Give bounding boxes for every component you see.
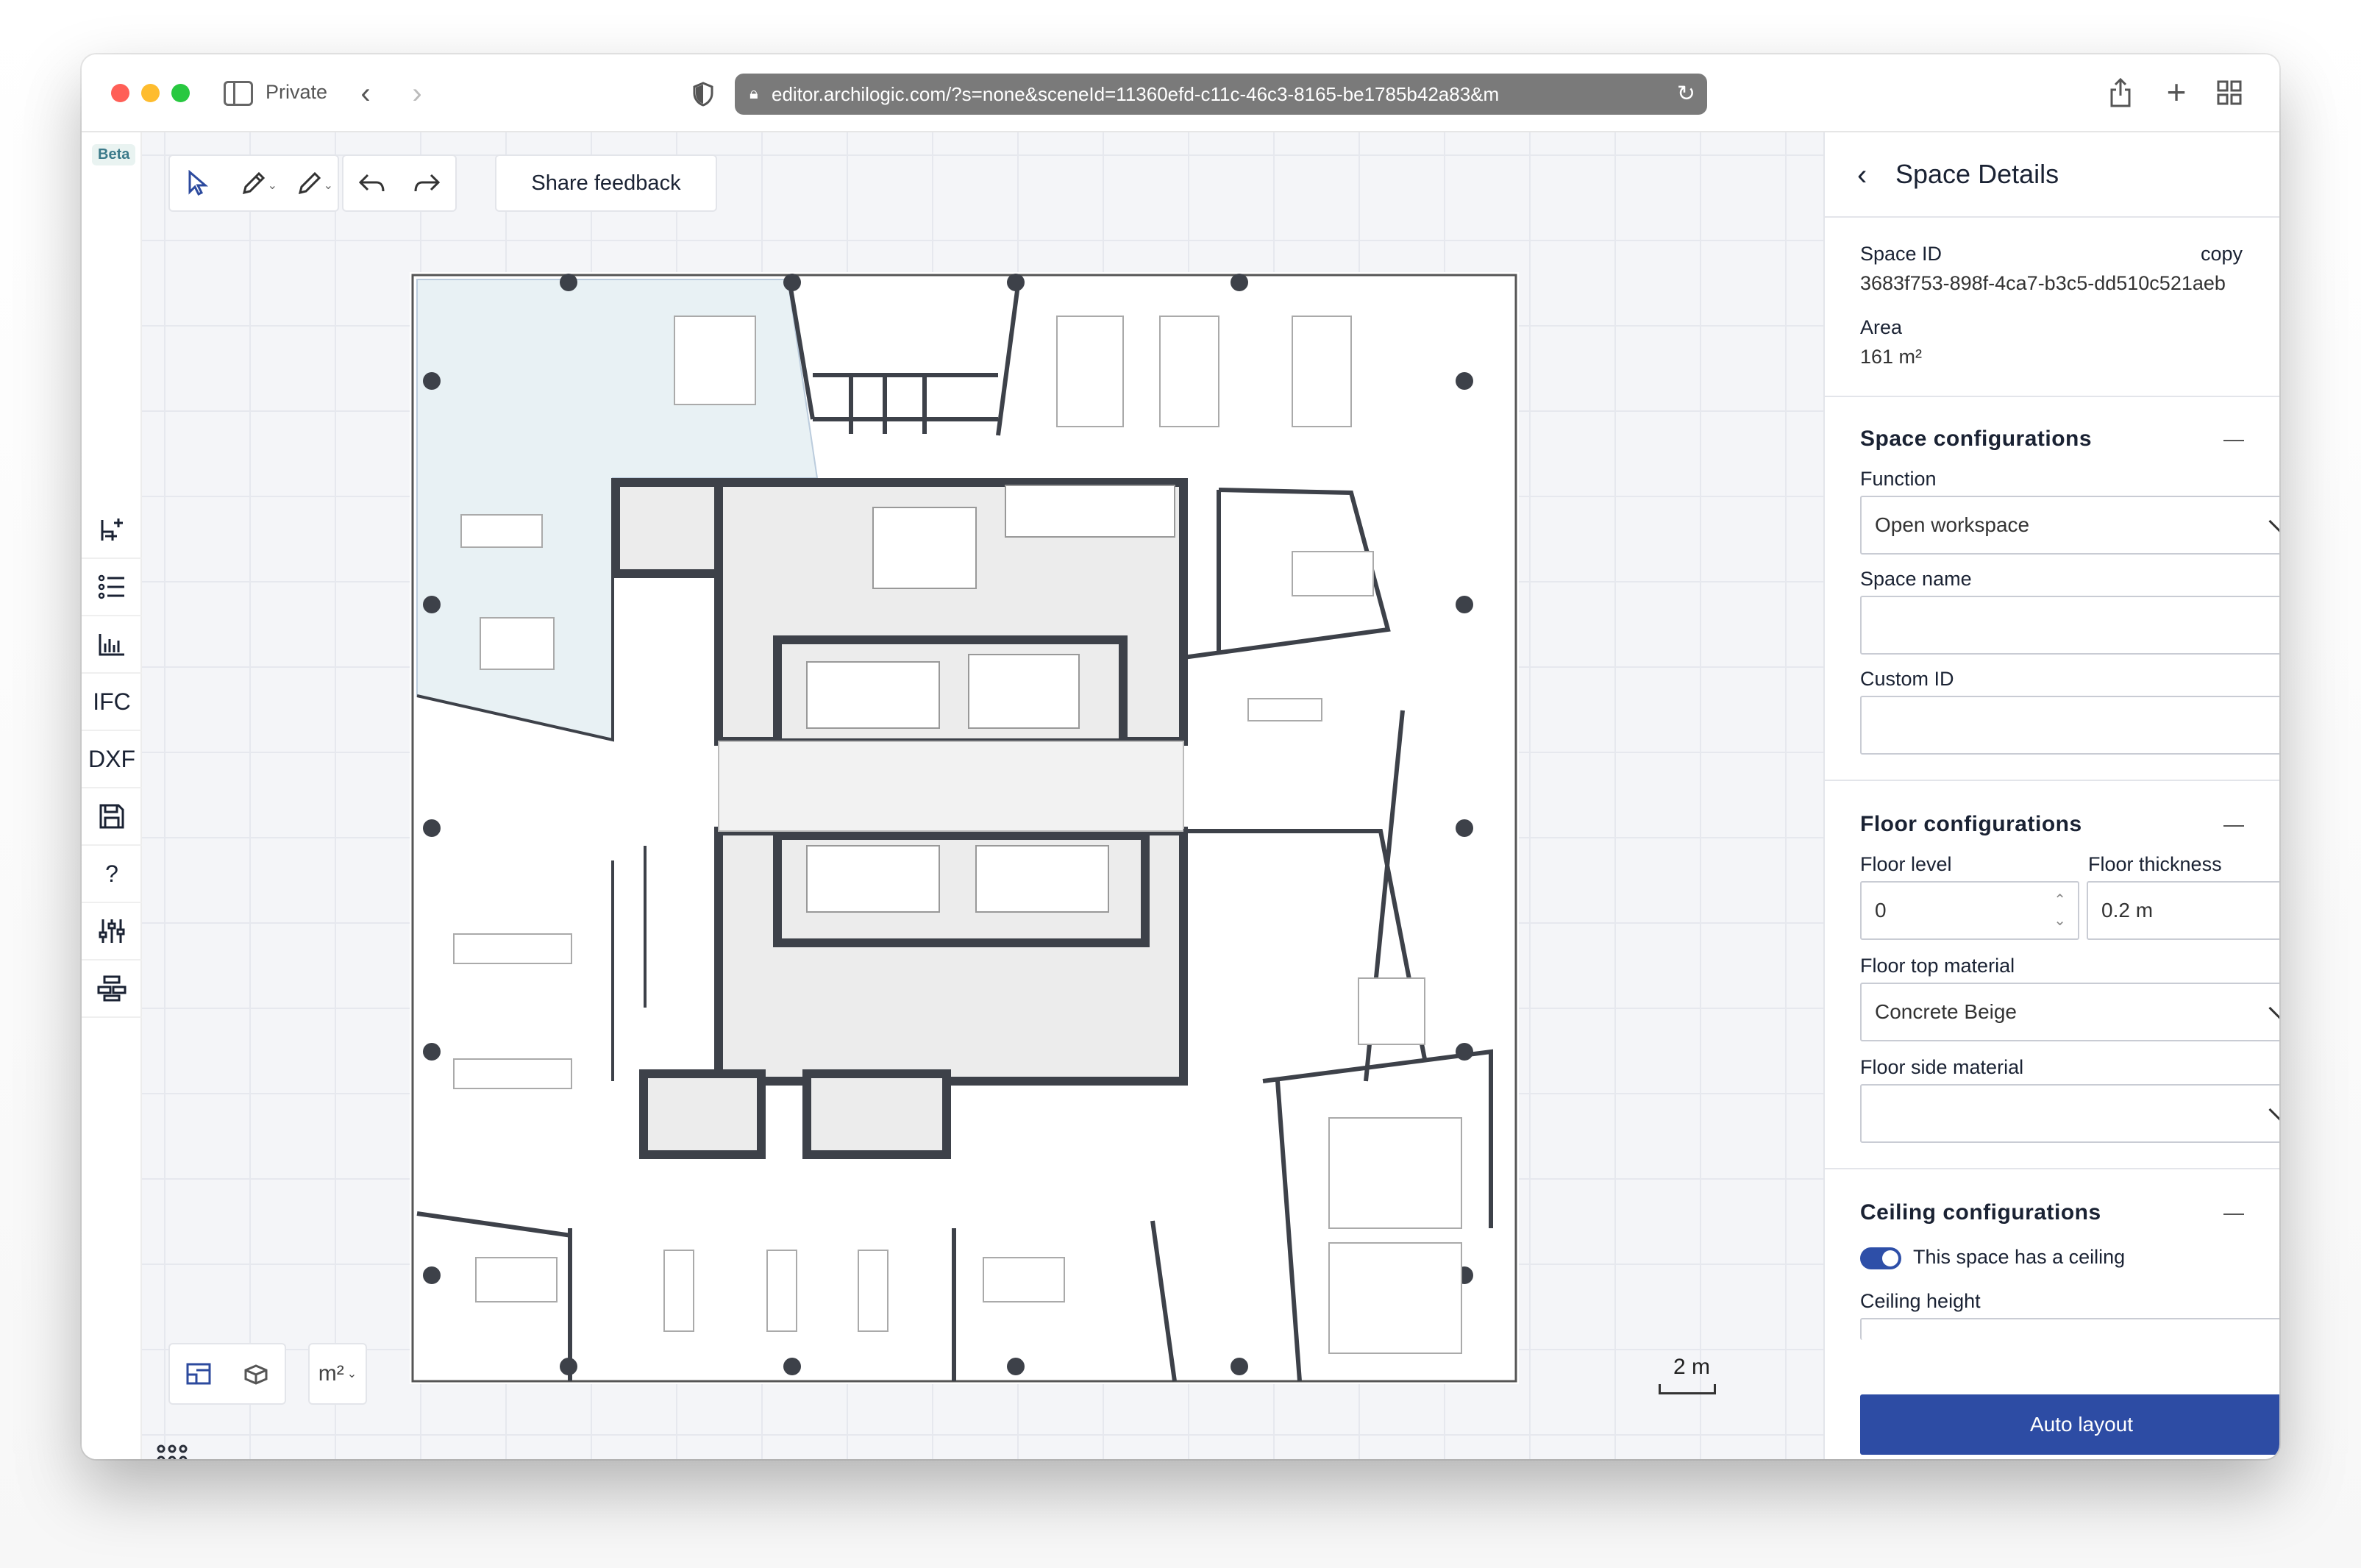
custom-id-input[interactable]	[1860, 696, 2279, 755]
draw-wall-icon[interactable]: ⌄	[226, 156, 282, 210]
forward-arrow-icon[interactable]: ›	[402, 76, 432, 110]
url-text: editor.archilogic.com/?s=none&sceneId=11…	[772, 82, 1500, 105]
sidebar-toggle-icon[interactable]	[224, 81, 253, 106]
chart-icon[interactable]	[82, 616, 142, 674]
add-furniture-icon[interactable]	[82, 502, 142, 559]
function-select[interactable]: Open workspace	[1860, 496, 2279, 555]
edit-tools-group: ⌄ ⌄	[168, 154, 339, 212]
divider	[1825, 1168, 2279, 1169]
space-id-label: Space ID	[1860, 243, 1942, 265]
chevron-down-icon: ⌄	[346, 1368, 357, 1380]
lock-icon: 🔒︎	[749, 84, 758, 102]
ceiling-height-input[interactable]	[1860, 1318, 2279, 1340]
back-chevron-icon[interactable]: ‹	[1857, 159, 1867, 192]
share-feedback-button[interactable]: Share feedback	[495, 154, 717, 212]
beta-badge: Beta	[92, 144, 136, 165]
divider	[1825, 396, 2279, 397]
back-arrow-icon[interactable]: ‹	[351, 76, 380, 110]
panel-title: Space Details	[1895, 159, 2059, 189]
floor-level-value: 0	[1875, 899, 1887, 922]
space-details-panel: ‹ Space Details Space ID copy 3683f753-8…	[1823, 132, 2279, 1459]
list-icon[interactable]	[82, 559, 142, 616]
floor-thickness-value: 0.2 m	[2101, 899, 2154, 922]
space-name-label: Space name	[1860, 568, 1972, 590]
ceiling-toggle-label: This space has a ceiling	[1913, 1246, 2126, 1268]
ceiling-configurations-title: Ceiling configurations	[1860, 1200, 2101, 1225]
floor-top-material-select[interactable]: Concrete Beige	[1860, 983, 2279, 1041]
tab-overview-icon[interactable]	[2213, 76, 2246, 109]
floor-thickness-input[interactable]: 0.2 m⌃⌄	[2087, 881, 2279, 940]
divider	[1825, 780, 2279, 781]
ceiling-toggle[interactable]	[1860, 1247, 1901, 1269]
3d-view-icon[interactable]	[227, 1344, 285, 1403]
floor-plan[interactable]	[410, 272, 1519, 1384]
space-configurations-title: Space configurations	[1860, 427, 2093, 451]
floor-level-label: Floor level	[1860, 853, 1952, 875]
function-label: Function	[1860, 468, 1937, 490]
unit-selector[interactable]: m² ⌄	[308, 1343, 367, 1405]
scale-bar	[1659, 1384, 1716, 1394]
chevron-down-icon	[2268, 1098, 2279, 1122]
sliders-icon[interactable]	[82, 903, 142, 961]
unit-label: m²	[318, 1361, 344, 1386]
history-tools-group	[342, 154, 457, 212]
ceiling-height-label: Ceiling height	[1860, 1290, 1981, 1312]
collapse-ceiling-config-icon[interactable]	[2223, 1214, 2244, 1215]
scale-label: 2 m	[1673, 1355, 1711, 1379]
view-mode-group	[168, 1343, 286, 1405]
help-icon[interactable]: ?	[82, 846, 142, 903]
browser-window: Private ‹ › 🔒︎ editor.archilogic.com/?s=…	[82, 54, 2279, 1459]
central-corridor	[718, 741, 1184, 832]
stepper-icon[interactable]: ⌃ ⌄	[2054, 890, 2066, 931]
area-label: Area	[1860, 316, 1903, 338]
reload-icon[interactable]: ↻	[1677, 81, 1695, 107]
copy-space-id-link[interactable]: copy	[2201, 243, 2243, 266]
new-tab-icon[interactable]: +	[2160, 73, 2193, 111]
save-icon[interactable]	[82, 788, 142, 846]
floor-level-input[interactable]: 0 ⌃ ⌄	[1860, 881, 2079, 940]
redo-icon[interactable]	[399, 156, 455, 210]
select-cursor-icon[interactable]	[170, 156, 226, 210]
collapse-floor-config-icon[interactable]	[2223, 825, 2244, 827]
private-label: Private	[266, 81, 328, 103]
panel-header: ‹ Space Details	[1825, 132, 2279, 218]
collapse-space-config-icon[interactable]	[2223, 440, 2244, 441]
floor-top-material-label: Floor top material	[1860, 955, 2015, 977]
function-value: Open workspace	[1875, 513, 2030, 536]
floor-plan-canvas[interactable]: ⌄ ⌄ Share feedback m² ⌄ 2 m	[142, 132, 1823, 1459]
address-bar[interactable]: 🔒︎ editor.archilogic.com/?s=none&sceneId…	[735, 74, 1707, 115]
chevron-down-icon	[2268, 997, 2279, 1020]
chevron-down-icon	[2268, 510, 2279, 533]
ifc-export-button[interactable]: IFC	[82, 674, 142, 731]
floor-side-material-label: Floor side material	[1860, 1056, 2024, 1078]
draw-pencil-icon[interactable]: ⌄	[282, 156, 338, 210]
area-value: 161 m²	[1860, 346, 1923, 368]
minimize-window-button[interactable]	[141, 84, 160, 102]
apps-grid-icon[interactable]	[151, 1439, 193, 1459]
2d-view-icon[interactable]	[170, 1344, 227, 1403]
floor-side-material-select[interactable]	[1860, 1084, 2279, 1143]
share-icon[interactable]	[2104, 75, 2137, 110]
dxf-export-button[interactable]: DXF	[82, 731, 142, 788]
browser-toolbar: Private ‹ › 🔒︎ editor.archilogic.com/?s=…	[82, 54, 2279, 132]
zoom-window-button[interactable]	[171, 84, 190, 102]
close-window-button[interactable]	[111, 84, 129, 102]
space-name-input[interactable]	[1860, 596, 2279, 655]
custom-id-label: Custom ID	[1860, 668, 1954, 690]
undo-icon[interactable]	[343, 156, 399, 210]
shield-icon[interactable]	[688, 78, 718, 110]
hierarchy-icon[interactable]	[82, 961, 142, 1018]
left-toolbar: Beta IFC DXF ?	[82, 132, 142, 1459]
floor-top-material-value: Concrete Beige	[1875, 1000, 2018, 1023]
space-id-value: 3683f753-898f-4ca7-b3c5-dd510c521aeb	[1860, 272, 2226, 294]
floor-thickness-label: Floor thickness	[2088, 853, 2222, 875]
floor-configurations-title: Floor configurations	[1860, 812, 2082, 836]
auto-layout-button[interactable]: Auto layout	[1860, 1394, 2279, 1455]
interior-wall	[787, 279, 1021, 436]
